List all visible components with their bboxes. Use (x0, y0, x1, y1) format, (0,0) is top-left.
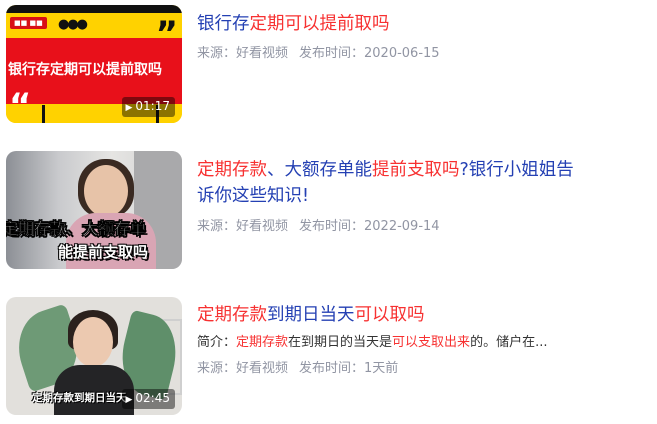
duration-text: 02:45 (135, 391, 170, 405)
source-label: 来源：好看视频 (197, 361, 289, 376)
title-part: 、大额存单能 (267, 160, 372, 180)
title-part: 提前支取吗 (372, 160, 460, 180)
title-part: 到期日当天 (267, 305, 355, 325)
desc-part: 在到期日的当天是 (288, 335, 393, 350)
result-description-3: 简介：定期存款在到期日的当天是可以支取出来的。储户在... (197, 331, 547, 350)
thumb-tag: ■■ ■■ (10, 17, 47, 29)
thumb-decoration: ●●● (58, 17, 88, 32)
play-icon: ▶ (125, 395, 133, 405)
video-duration: ▶ 01:17 (122, 97, 175, 117)
publish-date: 发布时间：2020-06-15 (299, 46, 440, 61)
person-figure (84, 165, 128, 217)
title-part: 定期存款 (197, 160, 267, 180)
result-meta-1: 来源：好看视频 发布时间：2020-06-15 (197, 42, 440, 61)
thumb-decoration (42, 105, 45, 123)
duration-text: 01:17 (135, 99, 170, 113)
thumb-caption: 银行存定期可以提前取吗 (8, 62, 162, 78)
publish-date: 发布时间：1天前 (299, 361, 399, 376)
desc-part: 可以支取出来 (392, 335, 471, 350)
result-title-2[interactable]: 定期存款、大额存单能提前支取吗?银行小姐姐告诉你这些知识! (197, 157, 577, 209)
desc-part: 定期存款 (236, 335, 289, 350)
desc-part: 的。储户在... (470, 335, 548, 350)
source-label: 来源：好看视频 (197, 219, 289, 234)
title-part: 定期存款 (197, 305, 267, 325)
thumb-caption: 能提前支取吗 (58, 243, 149, 261)
publish-date: 发布时间：2022-09-14 (299, 219, 440, 234)
title-part: 可以取吗 (354, 305, 425, 325)
video-thumbnail-1[interactable]: ■■ ■■ ●●● ” “ 银行存定期可以提前取吗 ▶01:17 (6, 5, 182, 123)
person-figure (73, 317, 113, 367)
video-duration: ▶ 02:45 (122, 389, 175, 409)
title-part: 银行存 (197, 14, 250, 34)
title-part: 定期可以提前取吗 (249, 14, 390, 34)
thumb-caption: 定期存款、大额存单 (6, 219, 147, 238)
video-thumbnail-2[interactable]: 定期存款、大额存单 能提前支取吗 (6, 151, 182, 269)
play-icon: ▶ (125, 103, 133, 113)
thumb-decoration (6, 5, 182, 13)
result-title-3[interactable]: 定期存款到期日当天可以取吗 (197, 302, 577, 328)
video-thumbnail-3[interactable]: 定期存款到期日当天 ▶ 02:45 (6, 297, 182, 415)
result-meta-3: 来源：好看视频 发布时间：1天前 (197, 357, 398, 376)
quote-icon: ” (155, 14, 178, 54)
thumb-caption: 定期存款到期日当天 (32, 392, 127, 404)
result-title-1[interactable]: 银行存定期可以提前取吗 (197, 11, 577, 37)
result-meta-2: 来源：好看视频 发布时间：2022-09-14 (197, 215, 440, 234)
desc-part: 简介： (197, 335, 237, 350)
source-label: 来源：好看视频 (197, 46, 289, 61)
